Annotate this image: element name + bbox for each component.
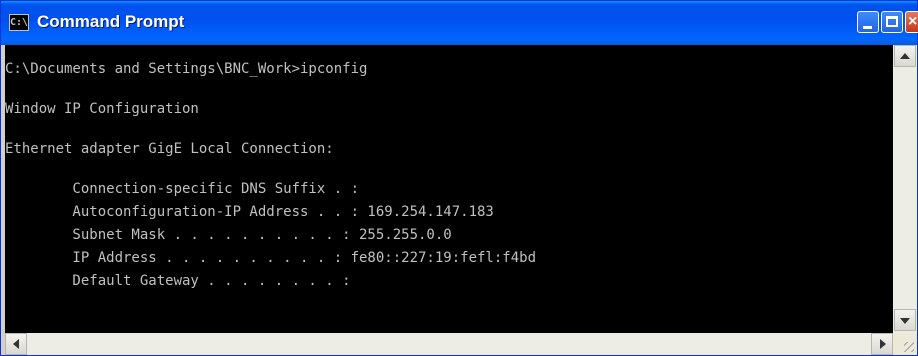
close-icon: × bbox=[908, 13, 918, 30]
arrow-right-icon bbox=[880, 339, 886, 349]
arrow-up-icon bbox=[900, 53, 910, 59]
console-output[interactable]: C:\Documents and Settings\BNC_Work>ipcon… bbox=[5, 45, 893, 333]
console-line: C:\Documents and Settings\BNC_Work>ipcon… bbox=[5, 61, 368, 77]
resize-grip[interactable] bbox=[893, 333, 917, 355]
resize-grip-icon bbox=[904, 342, 914, 352]
title-bar[interactable]: C:\ Command Prompt × bbox=[1, 1, 918, 45]
scroll-up-button[interactable] bbox=[894, 45, 916, 67]
scroll-left-button[interactable] bbox=[5, 333, 27, 355]
console-line: Autoconfiguration-IP Address . . : 169.2… bbox=[5, 204, 494, 220]
arrow-left-icon bbox=[13, 339, 19, 349]
minimize-icon bbox=[863, 26, 872, 29]
close-button[interactable]: × bbox=[905, 11, 918, 33]
minimize-button[interactable] bbox=[857, 11, 879, 33]
window-title: Command Prompt bbox=[37, 12, 185, 31]
console-line: IP Address . . . . . . . . . . : fe80::2… bbox=[5, 250, 537, 266]
console-line: Connection-specific DNS Suffix . : bbox=[5, 181, 360, 197]
vertical-scrollbar[interactable] bbox=[893, 45, 917, 333]
scroll-right-button[interactable] bbox=[871, 333, 893, 355]
console-line: Subnet Mask . . . . . . . . . . : 255.25… bbox=[5, 227, 452, 243]
horizontal-scrollbar[interactable] bbox=[5, 333, 893, 355]
scroll-down-button[interactable] bbox=[894, 309, 916, 331]
console-line: Window IP Configuration bbox=[5, 101, 199, 117]
console-line: Default Gateway . . . . . . . . : bbox=[5, 273, 351, 289]
arrow-down-icon bbox=[900, 318, 910, 324]
maximize-button[interactable] bbox=[881, 11, 903, 33]
command-prompt-window: C:\ Command Prompt × C:\Documents and Se… bbox=[0, 0, 918, 356]
maximize-icon bbox=[886, 16, 898, 27]
cmd-icon[interactable]: C:\ bbox=[9, 14, 29, 31]
console-line: Ethernet adapter GigE Local Connection: bbox=[5, 141, 334, 157]
